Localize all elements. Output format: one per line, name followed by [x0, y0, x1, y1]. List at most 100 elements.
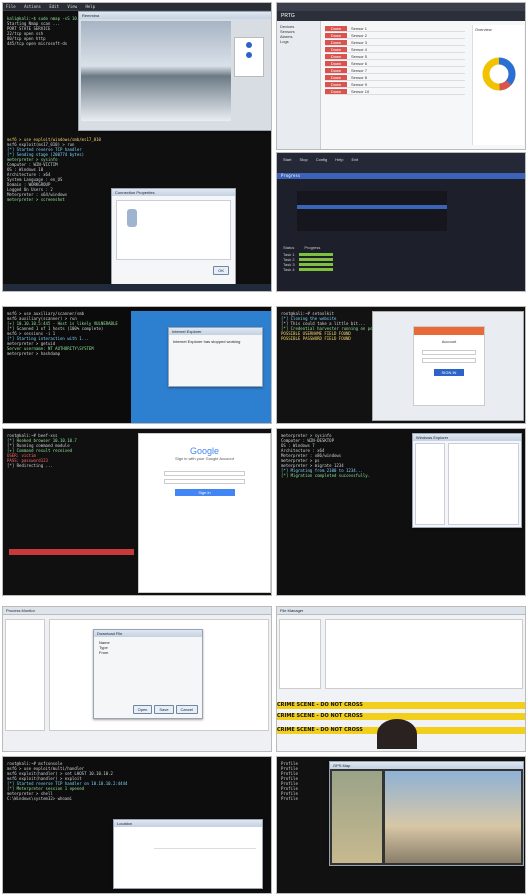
menu-file[interactable]: File	[6, 4, 16, 9]
login-card-header	[414, 327, 484, 335]
table-row[interactable]: Down Sensor 2	[325, 32, 465, 39]
info-table	[154, 848, 256, 882]
progress-bar	[298, 268, 333, 271]
toolbar-exit[interactable]: Exit	[351, 157, 358, 169]
cancel-button[interactable]: Cancel	[175, 705, 198, 714]
file-list[interactable]	[448, 443, 519, 525]
terminal-output: root@kali:~# beef-xss [*] Hooked browser…	[3, 429, 133, 472]
table-row[interactable]: Down Sensor 5	[325, 53, 465, 60]
tile-file-manager: File Manager CRIME SCENE - DO NOT CROSS …	[276, 606, 526, 752]
remote-viewer-title: Remmina	[79, 12, 271, 19]
menu-view[interactable]: View	[67, 4, 77, 9]
usb-device-icon	[127, 209, 137, 227]
app-titlebar: Process Monitor	[3, 607, 271, 615]
status-badge: Down	[325, 32, 347, 38]
explorer-window[interactable]: Windows Explorer	[412, 433, 522, 528]
dialog-title: Internet Explorer	[169, 328, 262, 335]
screenshot-grid: File Actions Edit View Help kali@kali:~$…	[0, 0, 528, 896]
sign-in-button[interactable]: SIGN IN	[434, 369, 464, 376]
sensor-name: Sensor 7	[351, 67, 368, 73]
app-titlebar: File Manager	[277, 607, 525, 615]
table-row[interactable]: Down Sensor 7	[325, 67, 465, 74]
dialog-title: Connection Properties	[112, 189, 235, 196]
remote-viewer-window[interactable]: Remmina	[78, 11, 271, 131]
open-button[interactable]: Open	[132, 705, 153, 714]
task-row[interactable]: Task 4	[283, 267, 333, 272]
sidebar: Devices Sensors Alarms Logs	[277, 21, 321, 149]
folder-tree[interactable]	[279, 619, 321, 689]
password-field[interactable]	[422, 358, 476, 363]
map-pin-icon	[246, 52, 252, 58]
file-list[interactable]	[325, 619, 523, 689]
highlighted-output-row	[9, 549, 134, 555]
folder-tree[interactable]	[415, 443, 445, 525]
status-badge: Down	[325, 39, 347, 45]
table-row[interactable]: Down Sensor 9	[325, 81, 465, 88]
donut-chart	[482, 57, 516, 91]
table-row[interactable]: Down Sensor 3	[325, 39, 465, 46]
tile-meterpreter-session: meterpreter > sysinfo Computer : WIN-DES…	[276, 428, 526, 596]
app-header: PRTG	[277, 11, 525, 21]
browser-window: Account SIGN IN	[372, 311, 524, 421]
toolbar-stop[interactable]: Stop	[299, 157, 307, 169]
tile-monitoring-dashboard: PRTG Devices Sensors Alarms Logs Down Sen…	[276, 2, 526, 150]
app-toolbar: Start Stop Config Help Exit	[277, 153, 525, 173]
progress-bar	[298, 263, 333, 266]
sign-in-button[interactable]: Sign in	[174, 489, 235, 496]
person-image	[377, 719, 417, 749]
username-field[interactable]	[422, 350, 476, 355]
sensor-name: Sensor 4	[351, 46, 368, 52]
window-title: GPS Map	[330, 762, 523, 769]
tile-phishing-setup: root@kali:~# setoolkit [*] Cloning the w…	[276, 306, 526, 424]
status-badge: Down	[325, 46, 347, 52]
table-row[interactable]: Down Sensor 6	[325, 60, 465, 67]
location-window[interactable]: Location	[113, 819, 263, 889]
tree-pane[interactable]	[5, 619, 45, 731]
taskbar	[3, 284, 271, 291]
status-badge: Down	[325, 25, 347, 31]
toolbar-start[interactable]: Start	[283, 157, 291, 169]
hash-list	[297, 191, 447, 231]
table-row[interactable]: Down Sensor 10	[325, 88, 465, 95]
sensor-name: Sensor 3	[351, 39, 368, 45]
menu-actions[interactable]: Actions	[24, 4, 41, 9]
connection-properties-dialog[interactable]: Connection Properties OK	[111, 188, 236, 288]
cyclists-photo	[385, 771, 521, 863]
tile-dark-management-app: Start Stop Config Help Exit Progress Sta…	[276, 152, 526, 292]
table-row[interactable]: Down Sensor 1	[325, 25, 465, 32]
ie-crash-dialog[interactable]: Internet Explorer Internet Explorer has …	[168, 327, 263, 387]
progress-bar	[298, 258, 333, 261]
selected-row[interactable]	[297, 205, 447, 209]
table-row[interactable]: Down Sensor 4	[325, 46, 465, 53]
status-badge: Down	[325, 60, 347, 66]
map-widget[interactable]	[234, 37, 264, 77]
tile-google-phish: root@kali:~# beef-xss [*] Hooked browser…	[2, 428, 272, 596]
menu-edit[interactable]: Edit	[49, 4, 59, 9]
col-status: Status	[283, 245, 295, 250]
login-card[interactable]: Account SIGN IN	[413, 326, 485, 406]
map-window[interactable]: GPS Map	[329, 761, 524, 866]
terminal-output: Profile Profile Profile Profile Profile …	[277, 757, 325, 805]
satellite-map[interactable]	[332, 771, 382, 863]
snow-landscape-image	[81, 21, 231, 121]
save-button[interactable]: Save	[154, 705, 174, 714]
overview-panel: Overview	[472, 25, 524, 145]
toolbar-help[interactable]: Help	[335, 157, 343, 169]
password-field[interactable]	[164, 479, 245, 484]
term-line: C:\Windows\system32> whoami	[7, 796, 73, 801]
terminal-output-left: kali@kali:~$ sudo nmap -sS 10.10.10.0/24…	[3, 12, 103, 50]
sensor-name: Sensor 10	[351, 88, 370, 94]
sidebar-item-logs[interactable]: Logs	[280, 39, 317, 44]
status-badge: Down	[325, 53, 347, 59]
table-row[interactable]: Down Sensor 8	[325, 74, 465, 81]
map-pin-icon	[246, 42, 252, 48]
terminal-menu-bar: File Actions Edit View Help	[3, 3, 271, 11]
toolbar-config[interactable]: Config	[316, 157, 328, 169]
email-field[interactable]	[164, 471, 245, 476]
window-title: Location	[114, 820, 262, 827]
download-file-dialog[interactable]: Download File Name Type From Open Save C…	[93, 629, 203, 719]
menu-help[interactable]: Help	[85, 4, 95, 9]
term-line: POSSIBLE PASSWORD FIELD FOUND	[281, 336, 351, 341]
ok-button[interactable]: OK	[213, 266, 229, 275]
term-line: meterpreter > hashdump	[7, 351, 60, 356]
